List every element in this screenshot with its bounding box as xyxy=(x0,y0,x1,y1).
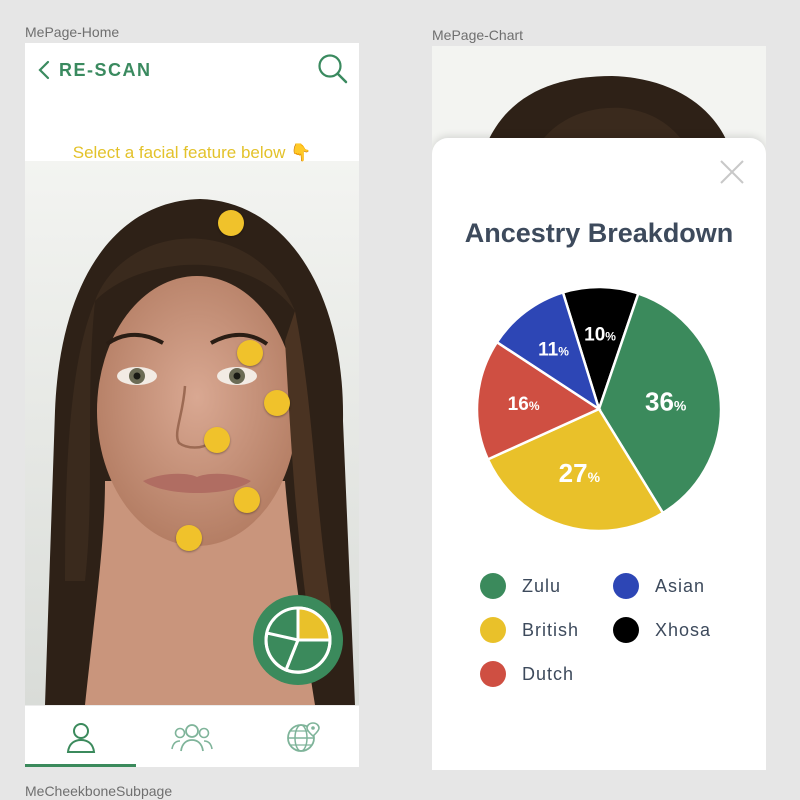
legend-label: British xyxy=(522,619,580,640)
legend-item-dutch: Dutch xyxy=(480,659,574,689)
feature-dot-eye[interactable] xyxy=(264,390,290,416)
legend-swatch xyxy=(480,573,506,599)
legend-label: Dutch xyxy=(522,663,575,684)
group-icon xyxy=(171,723,213,751)
legend-item-asian: Asian xyxy=(613,571,705,601)
search-button[interactable] xyxy=(317,53,349,85)
legend-label: Zulu xyxy=(522,575,562,596)
frame-label-home: MePage-Home xyxy=(25,24,120,40)
legend-item-zulu: Zulu xyxy=(480,571,561,601)
profile-icon xyxy=(66,722,95,753)
close-button[interactable] xyxy=(718,158,746,186)
legend-item-british: British xyxy=(480,615,579,645)
legend-swatch xyxy=(613,617,639,643)
search-icon xyxy=(318,54,348,84)
close-icon xyxy=(720,160,744,184)
feature-dot-chin[interactable] xyxy=(176,525,202,551)
legend-item-xhosa: Xhosa xyxy=(613,615,711,645)
legend-swatch xyxy=(480,661,506,687)
rescan-label: RE-SCAN xyxy=(59,59,152,80)
globe-location-icon xyxy=(287,721,321,752)
ancestry-chart-button[interactable] xyxy=(253,595,343,685)
chevron-left-icon xyxy=(38,60,50,80)
ancestry-pie-chart: 10%36%27%16%11% xyxy=(476,286,722,532)
tab-community[interactable] xyxy=(136,706,247,767)
chart-title: Ancestry Breakdown xyxy=(464,218,734,248)
feature-dot-forehead[interactable] xyxy=(218,210,244,236)
legend-label: Xhosa xyxy=(655,619,712,640)
home-screen: RE-SCAN Select a facial feature below 👇 xyxy=(25,43,359,767)
rescan-button[interactable]: RE-SCAN xyxy=(37,57,152,83)
legend-swatch xyxy=(480,617,506,643)
tab-profile[interactable] xyxy=(25,706,137,767)
legend-label: Asian xyxy=(655,575,706,596)
feature-dot-nose[interactable] xyxy=(204,427,230,453)
pie-chart-icon xyxy=(264,606,332,674)
legend-swatch xyxy=(613,573,639,599)
chart-screen: Ancestry Breakdown 10% 36% 27% 16% 11% Zulu A… xyxy=(432,46,766,770)
frame-label-chart: MePage-Chart xyxy=(432,27,524,43)
feature-dot-cheekbone[interactable] xyxy=(234,487,260,513)
tab-explore[interactable] xyxy=(248,706,359,767)
select-feature-prompt: Select a facial feature below 👇 xyxy=(72,143,312,162)
home-header: RE-SCAN xyxy=(25,43,359,95)
bottom-tab-bar xyxy=(25,705,359,767)
frame-label-cheekbone: MeCheekboneSubpage xyxy=(25,783,173,799)
ancestry-sheet: Ancestry Breakdown 10% 36% 27% 16% 11% Zulu A… xyxy=(432,138,766,770)
feature-dot-brow[interactable] xyxy=(237,340,263,366)
